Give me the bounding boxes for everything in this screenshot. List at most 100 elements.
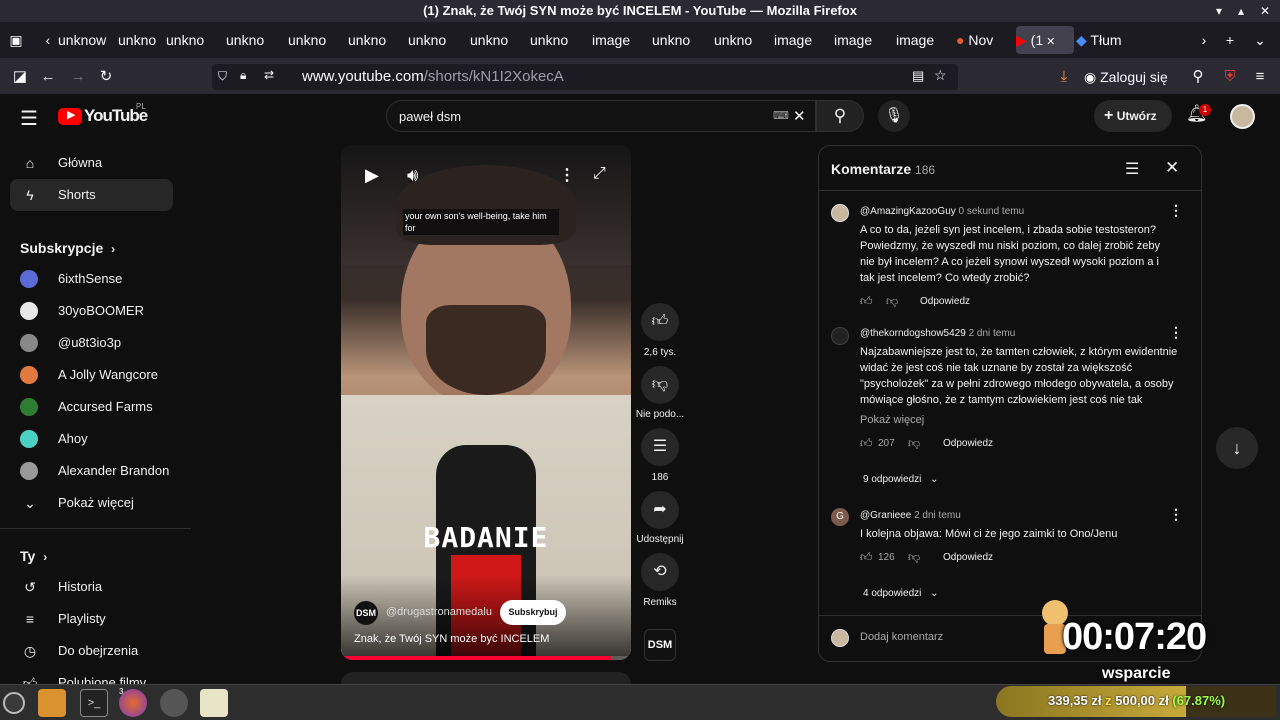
comment-like-icon[interactable]: 👍︎ — [860, 294, 873, 309]
keyboard-icon[interactable]: ⌨ — [773, 109, 789, 122]
tab-scroll-left-icon[interactable]: ‹ — [38, 26, 58, 54]
view-replies-button[interactable]: 4 odpowiedzi ⌄ — [863, 588, 939, 599]
video-title[interactable]: Znak, że Twój SYN może być INCELEM — [354, 633, 549, 645]
channel-name[interactable]: @drugastronamedalu — [386, 606, 492, 618]
close-tab-icon[interactable]: ✕ — [1043, 36, 1055, 48]
browser-tab[interactable]: unkno — [652, 26, 710, 54]
comment-menu-icon[interactable]: ⋮ — [1169, 324, 1183, 341]
search-button[interactable]: ⚲ — [816, 100, 864, 132]
obs-icon[interactable] — [160, 689, 188, 717]
browser-tab[interactable]: ● Nov — [956, 26, 1014, 54]
like-button[interactable]: 👍︎ — [641, 303, 679, 341]
files-icon[interactable] — [38, 689, 66, 717]
extensions-icon[interactable]: ⚲ — [1186, 64, 1210, 90]
browser-tab[interactable]: ▶ (1 ✕ — [1016, 26, 1074, 54]
comment-like-icon[interactable]: 👍︎ — [860, 436, 873, 451]
sound-thumbnail[interactable]: DSM — [644, 629, 676, 661]
hamburger-menu-icon[interactable]: ☰ — [20, 106, 38, 131]
browser-tab[interactable]: unkno — [408, 26, 466, 54]
channel-avatar[interactable]: DSM — [354, 601, 378, 625]
clear-search-icon[interactable]: ✕ — [793, 107, 806, 125]
show-more-button[interactable]: ⌄ Pokaż więcej — [10, 487, 173, 519]
browser-tab[interactable]: image — [592, 26, 650, 54]
ublock-icon[interactable]: ⛨ — [1218, 64, 1242, 90]
new-tab-icon[interactable]: + — [1220, 26, 1240, 54]
subscription-item[interactable]: Accursed Farms — [10, 391, 173, 423]
comment-avatar[interactable] — [831, 327, 849, 345]
comment-dislike-icon[interactable]: 👎︎ — [908, 550, 920, 565]
voice-search-button[interactable]: 🎙︎ — [878, 100, 910, 132]
browser-tab[interactable]: unkno — [226, 26, 284, 54]
tab-list-icon[interactable]: ▣ — [6, 26, 26, 54]
subscription-item[interactable]: Alexander Brandon ... — [10, 455, 173, 487]
comments-button[interactable]: ☰ — [641, 428, 679, 466]
comment-avatar[interactable]: G — [831, 508, 849, 526]
comment-author[interactable]: @AmazingKazooGuy 0 sekund temu — [860, 206, 1024, 217]
add-comment-input[interactable]: Dodaj komentarz — [860, 631, 943, 643]
text-editor-icon[interactable] — [200, 689, 228, 717]
url-text[interactable]: www.youtube.com/shorts/kN1I2XokecA — [302, 68, 564, 85]
comment-menu-icon[interactable]: ⋮ — [1169, 202, 1183, 219]
next-short-preview[interactable] — [341, 672, 631, 684]
remix-button[interactable]: ⟲ — [641, 553, 679, 591]
start-menu-icon[interactable] — [3, 692, 25, 714]
sidebar-toggle-icon[interactable]: ◪ — [8, 64, 32, 90]
menu-icon[interactable]: ≡ — [1248, 64, 1272, 90]
browser-tab[interactable]: image — [834, 26, 892, 54]
sidebar-item-you[interactable]: ↺ Historia — [10, 571, 173, 603]
subscriptions-heading[interactable]: Subskrypcje › — [20, 240, 115, 256]
comment-reply-button[interactable]: Odpowiedz — [943, 552, 993, 563]
user-avatar[interactable] — [1230, 104, 1255, 129]
comment-like-icon[interactable]: 👍︎ — [860, 550, 873, 565]
browser-tab[interactable]: unkno — [470, 26, 528, 54]
sidebar-item-you[interactable]: ≡ Playlisty — [10, 603, 173, 635]
sort-icon[interactable]: ☰ — [1125, 159, 1139, 179]
browser-tab[interactable]: image — [774, 26, 832, 54]
close-comments-icon[interactable]: ✕ — [1165, 158, 1179, 178]
tab-overflow-icon[interactable]: ⌄ — [1250, 26, 1270, 54]
show-more-link[interactable]: Pokaż więcej — [860, 412, 924, 428]
permissions-icon[interactable]: ⇄ — [264, 68, 274, 82]
subscription-item[interactable]: @u8t3io3p — [10, 327, 173, 359]
comment-dislike-icon[interactable]: 👎︎ — [908, 436, 920, 451]
view-replies-button[interactable]: 9 odpowiedzi ⌄ — [863, 474, 939, 485]
browser-tab[interactable]: image — [896, 26, 954, 54]
comment-reply-button[interactable]: Odpowiedz — [920, 296, 970, 307]
you-heading[interactable]: Ty › — [20, 548, 47, 564]
browser-tab[interactable]: unkno — [530, 26, 588, 54]
download-icon[interactable]: ⤓ — [1052, 64, 1076, 90]
subscription-item[interactable]: 6ixthSense — [10, 263, 173, 295]
comment-avatar[interactable] — [831, 204, 849, 222]
create-button[interactable]: + Utwórz — [1094, 100, 1172, 132]
sidebar-item-you[interactable]: ◷ Do obejrzenia — [10, 635, 173, 667]
fullscreen-icon[interactable]: ⤢ — [593, 165, 606, 183]
comment-dislike-icon[interactable]: 👎︎ — [886, 294, 898, 309]
shorts-video-player[interactable]: ▶ 🔊︎ ⋮ ⤢ your own son's well-being, take… — [341, 145, 631, 660]
browser-tab[interactable]: unkno — [166, 26, 224, 54]
tracking-shield-icon[interactable]: ⛉ — [218, 69, 227, 84]
comment-menu-icon[interactable]: ⋮ — [1169, 506, 1183, 523]
browser-tab[interactable]: ◆ Tłum — [1076, 26, 1134, 54]
maximize-icon[interactable]: ▴ — [1238, 0, 1244, 22]
share-button[interactable]: ➦ — [641, 491, 679, 529]
subscription-item[interactable]: A Jolly Wangcore — [10, 359, 173, 391]
subscription-item[interactable]: 30yoBOOMER — [10, 295, 173, 327]
comment-reply-button[interactable]: Odpowiedz — [943, 438, 993, 449]
sidebar-item-shorts[interactable]: ϟ Shorts — [10, 179, 173, 211]
browser-tab[interactable]: unkno — [714, 26, 772, 54]
forward-icon[interactable]: → — [66, 64, 90, 90]
search-input[interactable]: paweł dsm ⌨ ✕ — [386, 100, 816, 132]
subscription-item[interactable]: Ahoy — [10, 423, 173, 455]
terminal-icon[interactable]: >_ — [80, 689, 108, 717]
dislike-button[interactable]: 👎︎ — [641, 366, 679, 404]
comment-author[interactable]: @Granieee 2 dni temu — [860, 510, 961, 521]
play-icon[interactable]: ▶ — [365, 165, 379, 186]
url-bar[interactable]: ⛉ 🔒︎ ⇄ www.youtube.com/shorts/kN1I2Xokec… — [212, 64, 958, 90]
volume-icon[interactable]: 🔊︎ — [407, 165, 418, 186]
back-icon[interactable]: ← — [36, 64, 60, 90]
subscribe-button[interactable]: Subskrybuj — [500, 600, 566, 625]
bookmark-star-icon[interactable]: ☆ — [934, 67, 947, 84]
video-progress-track[interactable] — [341, 656, 631, 660]
lock-icon[interactable]: 🔒︎ — [240, 68, 246, 83]
more-options-icon[interactable]: ⋮ — [559, 165, 575, 185]
